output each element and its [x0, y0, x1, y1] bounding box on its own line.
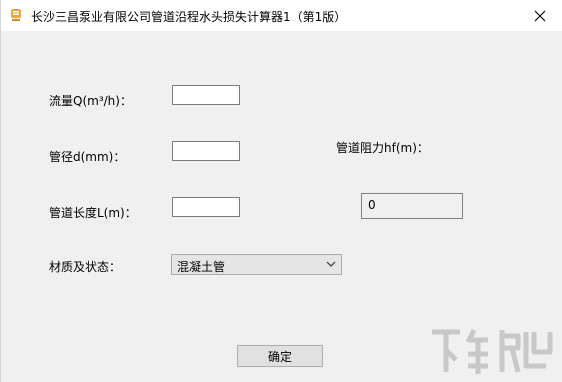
- material-selected-value: 混凝土管: [177, 260, 226, 274]
- title-bar: 长沙三昌泵业有限公司管道沿程水头损失计算器1（第1版）: [1, 0, 562, 31]
- resistance-output: 0: [361, 193, 463, 219]
- app-logo-icon: [11, 9, 21, 21]
- watermark-logo: [432, 328, 553, 374]
- chevron-down-icon: [326, 261, 336, 267]
- window-title: 长沙三昌泵业有限公司管道沿程水头损失计算器1（第1版）: [31, 10, 347, 24]
- diameter-label: 管径d(mm)：: [49, 150, 126, 164]
- length-input[interactable]: [172, 197, 240, 217]
- resistance-label: 管道阻力hf(m)：: [336, 141, 429, 155]
- diameter-input[interactable]: [172, 141, 240, 161]
- resistance-value: 0: [368, 198, 376, 212]
- material-label: 材质及状态：: [49, 260, 122, 274]
- flow-input[interactable]: [172, 85, 240, 105]
- material-select[interactable]: 混凝土管: [171, 254, 342, 275]
- flow-label: 流量Q(m³/h)：: [49, 94, 132, 108]
- close-icon: [534, 10, 546, 21]
- close-button[interactable]: [517, 0, 562, 31]
- confirm-button-label: 确定: [267, 349, 292, 364]
- calculator-window: 长沙三昌泵业有限公司管道沿程水头损失计算器1（第1版） 流量Q(m³/h)： 管…: [0, 0, 562, 382]
- length-label: 管道长度L(m)：: [49, 206, 137, 220]
- confirm-button[interactable]: 确定: [237, 345, 323, 367]
